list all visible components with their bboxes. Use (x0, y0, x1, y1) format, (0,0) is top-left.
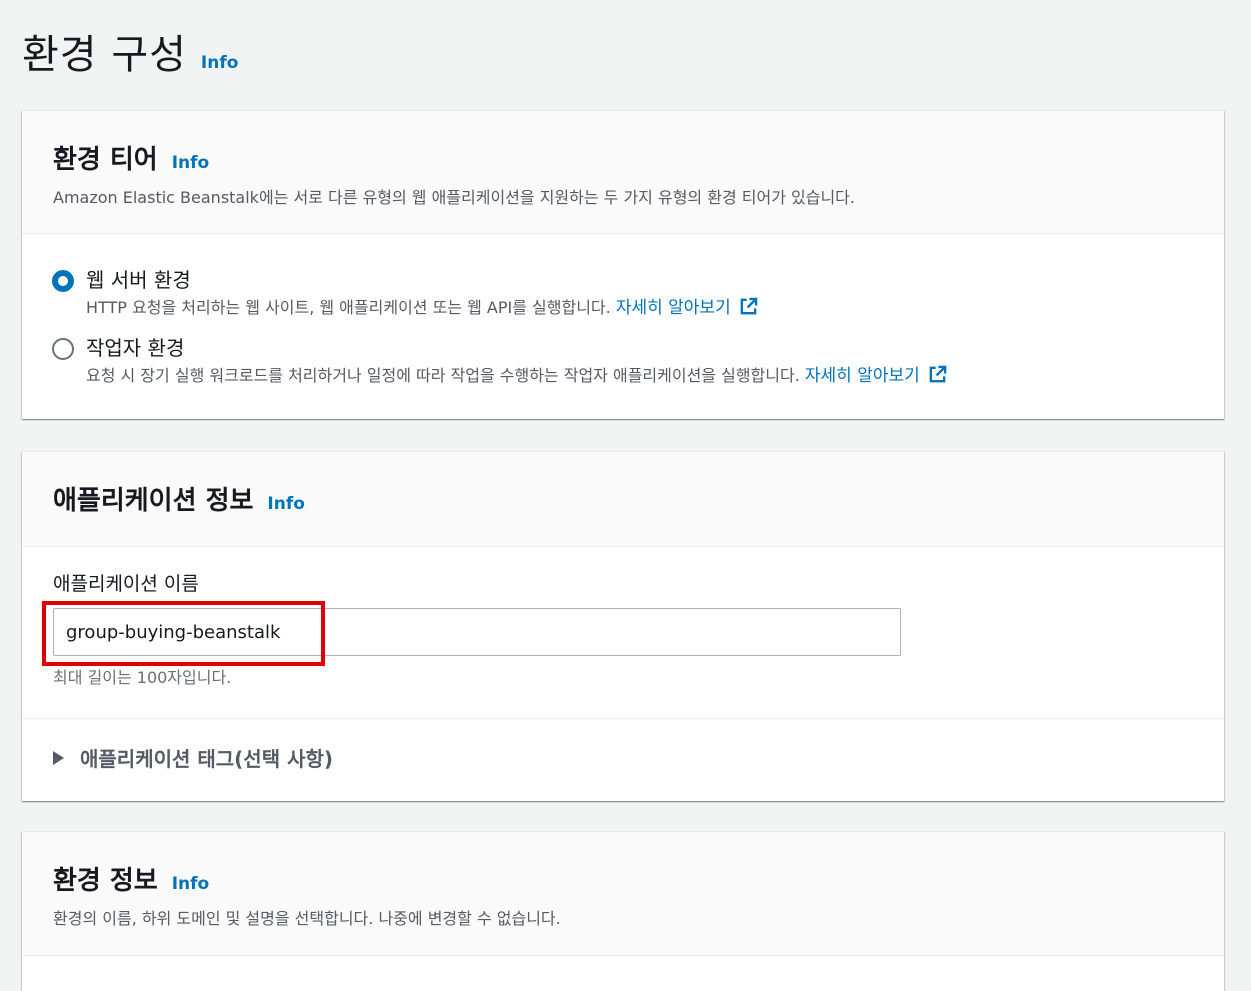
environment-tier-description: Amazon Elastic Beanstalk에는 서로 다른 유형의 웹 애… (53, 188, 855, 207)
environment-info-title: 환경 정보 (53, 866, 158, 896)
page-info-link[interactable]: Info (201, 53, 239, 73)
application-name-field: 애플리케이션 이름 최대 길이는 100자입니다. (22, 547, 1224, 719)
application-info-title: 애플리케이션 정보 (53, 486, 254, 516)
environment-info-info-link[interactable]: Info (172, 874, 210, 894)
worker-radio[interactable] (52, 338, 74, 360)
environment-info-header: 환경 정보 Info 환경의 이름, 하위 도메인 및 설명을 선택합니다. 나… (22, 832, 1224, 956)
worker-learn-more-link[interactable]: 자세히 알아보기 (805, 366, 920, 386)
worker-label[interactable]: 작업자 환경 (86, 334, 947, 362)
external-link-icon[interactable] (739, 297, 758, 316)
environment-tier-title: 환경 티어 (53, 145, 158, 175)
application-tags-expander[interactable]: 애플리케이션 태그(선택 사항) (22, 719, 1224, 772)
environment-tier-panel: 환경 티어 Info Amazon Elastic Beanstalk에는 서로… (22, 110, 1224, 419)
environment-tier-info-link[interactable]: Info (172, 153, 210, 173)
web-server-option[interactable]: 웹 서버 환경 HTTP 요청을 처리하는 웹 사이트, 웹 애플리케이션 또는… (52, 266, 1194, 320)
environment-tier-title-row: 환경 티어 Info (53, 139, 1193, 176)
web-server-label[interactable]: 웹 서버 환경 (86, 266, 758, 294)
external-link-icon[interactable] (928, 365, 947, 384)
application-name-hint: 최대 길이는 100자입니다. (53, 668, 232, 687)
environment-tier-radio-group: 웹 서버 환경 HTTP 요청을 처리하는 웹 사이트, 웹 애플리케이션 또는… (22, 234, 1224, 388)
application-info-info-link[interactable]: Info (267, 494, 305, 514)
environment-tier-header: 환경 티어 Info Amazon Elastic Beanstalk에는 서로… (22, 111, 1224, 234)
page-title: 환경 구성 (22, 32, 187, 78)
web-server-radio[interactable] (52, 270, 74, 292)
application-name-label: 애플리케이션 이름 (53, 573, 199, 595)
application-name-input[interactable] (53, 608, 901, 656)
caret-right-icon[interactable] (53, 750, 64, 765)
web-server-description-text: HTTP 요청을 처리하는 웹 사이트, 웹 애플리케이션 또는 웹 API를 … (86, 298, 616, 317)
application-tags-label[interactable]: 애플리케이션 태그(선택 사항) (80, 743, 333, 772)
environment-info-description: 환경의 이름, 하위 도메인 및 설명을 선택합니다. 나중에 변경할 수 없습… (53, 909, 561, 928)
application-info-header: 애플리케이션 정보 Info (22, 452, 1224, 547)
environment-info-title-row: 환경 정보 Info (53, 860, 1193, 897)
environment-info-panel: 환경 정보 Info 환경의 이름, 하위 도메인 및 설명을 선택합니다. 나… (22, 831, 1224, 991)
page-header: 환경 구성 Info (22, 22, 238, 80)
application-info-panel: 애플리케이션 정보 Info 애플리케이션 이름 최대 길이는 100자입니다.… (22, 451, 1224, 801)
web-server-text: 웹 서버 환경 HTTP 요청을 처리하는 웹 사이트, 웹 애플리케이션 또는… (86, 266, 758, 320)
worker-description: 요청 시 장기 실행 워크로드를 처리하거나 일정에 따라 작업을 수행하는 작… (86, 364, 947, 388)
worker-option[interactable]: 작업자 환경 요청 시 장기 실행 워크로드를 처리하거나 일정에 따라 작업을… (52, 334, 1194, 388)
worker-description-text: 요청 시 장기 실행 워크로드를 처리하거나 일정에 따라 작업을 수행하는 작… (86, 366, 805, 385)
web-server-learn-more-link[interactable]: 자세히 알아보기 (616, 298, 731, 318)
worker-text: 작업자 환경 요청 시 장기 실행 워크로드를 처리하거나 일정에 따라 작업을… (86, 334, 947, 388)
web-server-description: HTTP 요청을 처리하는 웹 사이트, 웹 애플리케이션 또는 웹 API를 … (86, 296, 758, 320)
application-info-title-row: 애플리케이션 정보 Info (53, 480, 1193, 517)
